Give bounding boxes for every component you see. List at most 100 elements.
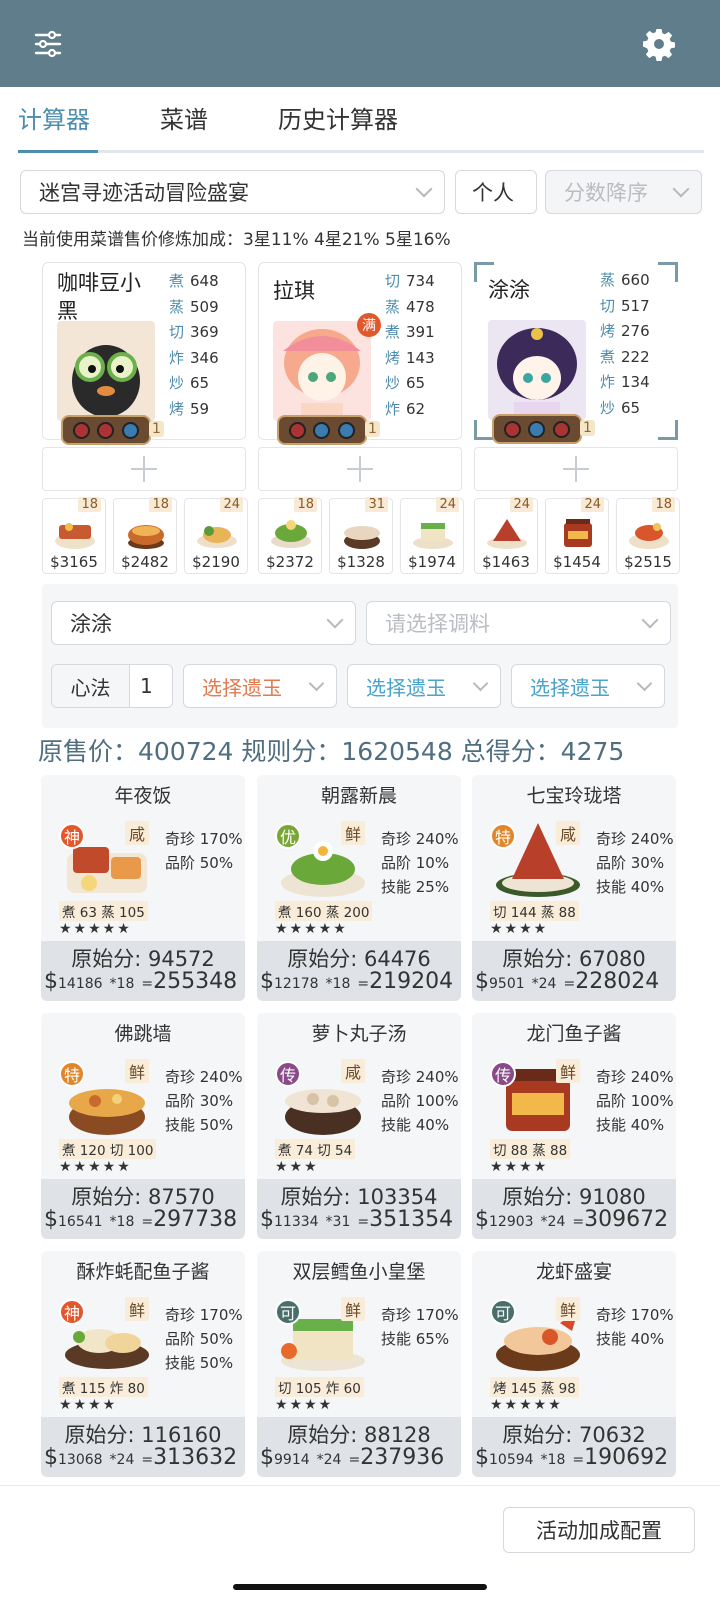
add-slot-button[interactable]: [258, 447, 462, 491]
condiment-select[interactable]: 请选择调料: [366, 601, 671, 645]
bonus-list: 奇珍 240% 品阶 30% 技能 40%: [596, 830, 674, 896]
dish-card[interactable]: 萝卜丸子汤传 咸奇珍 240% 品阶 100% 技能 40% 煮 74 切 54 ★★★ 原…: [257, 1013, 461, 1239]
multiplier: *31: [325, 1214, 351, 1230]
chevron-down-icon: [415, 180, 433, 198]
sort-select[interactable]: 分数降序: [545, 170, 702, 214]
star-rating: ★★★★★: [490, 1397, 563, 1413]
score-footer: 原始分: 94572 $14186 *18 =255348: [41, 941, 245, 1001]
taste-badge: 鲜: [125, 1297, 150, 1321]
sliders-icon[interactable]: [26, 22, 70, 66]
total-score: 219204: [369, 969, 454, 994]
total-score: 228024: [575, 969, 660, 994]
dish-card[interactable]: 龙虾盛宴可 鲜奇珍 170% 技能 40% 烤 145 蒸 98 ★★★★★ 原始分: 7…: [472, 1251, 676, 1477]
unit-price: 12178: [274, 976, 319, 992]
star-rating: ★★★★★: [275, 921, 348, 937]
dish-name: 佛跳墙: [114, 1023, 172, 1045]
chef-card-1[interactable]: 咖啡豆小黑 1 煮 648 蒸 509 切 369 炸 346 炒 65 烤 59: [42, 262, 246, 445]
chef-name: 拉琪: [273, 279, 315, 303]
event-select-value: 迷宫寻迹活动冒险盛宴: [39, 181, 249, 205]
unit-price: 14186: [58, 976, 103, 992]
dish-card[interactable]: 佛跳墙特 鲜奇珍 240% 品阶 30% 技能 50% 煮 120 切 100 ★★★★★…: [41, 1013, 245, 1239]
unit-price: 12903: [489, 1214, 534, 1230]
taste-badge: 鲜: [125, 1059, 150, 1083]
chevron-down-icon: [672, 180, 690, 198]
dish-name: 龙虾盛宴: [535, 1261, 612, 1283]
chef-level: 1: [580, 420, 595, 436]
mode-button[interactable]: 个人: [455, 170, 537, 214]
relic-select-red[interactable]: 选择遗玉: [183, 664, 337, 708]
recipe-thumb[interactable]: 18 $3165: [42, 497, 106, 574]
star-rating: ★★★★★: [59, 921, 132, 937]
chef-name: 涂涂: [488, 278, 530, 302]
relic-select-blue-2[interactable]: 选择遗玉: [511, 664, 665, 708]
recipe-thumb[interactable]: 24 $1454: [545, 497, 609, 574]
recipe-thumb[interactable]: 18 $2372: [258, 497, 322, 574]
relic-select-blue-1[interactable]: 选择遗玉: [347, 664, 501, 708]
recipe-thumb[interactable]: 18 $2482: [113, 497, 177, 574]
event-bonus-config-button[interactable]: 活动加成配置: [503, 1507, 695, 1553]
chevron-down-icon: [326, 611, 344, 629]
event-select[interactable]: 迷宫寻迹活动冒险盛宴: [20, 170, 445, 214]
bonus-list: 奇珍 240% 品阶 30% 技能 50%: [165, 1068, 243, 1134]
rarity-badge: 特: [490, 823, 516, 849]
score-footer: 原始分: 116160 $13068 *24 =313632: [41, 1417, 245, 1477]
bonus-list: 奇珍 170% 技能 40%: [596, 1306, 674, 1348]
bonus-list: 奇珍 240% 品阶 100% 技能 40%: [596, 1068, 674, 1134]
price-calc: $12903 *24 =309672: [475, 1207, 669, 1232]
price-calc: $14186 *18 =255348: [44, 969, 238, 994]
rarity-badge: 神: [59, 1299, 85, 1325]
star-rating: ★★★★: [275, 1397, 334, 1413]
dish-name: 龙门鱼子酱: [526, 1023, 622, 1045]
home-indicator: [233, 1584, 487, 1590]
recipe-thumb[interactable]: 31 $1328: [329, 497, 393, 574]
equipment-slots[interactable]: [61, 415, 151, 445]
recipe-thumb[interactable]: 24 $2190: [184, 497, 248, 574]
price-calc: $16541 *18 =297738: [44, 1207, 238, 1232]
tab-recipes[interactable]: 菜谱: [160, 100, 208, 140]
recipe-thumb[interactable]: 24 $1463: [474, 497, 538, 574]
bonus-list: 奇珍 240% 品阶 10% 技能 25%: [381, 830, 459, 896]
bonus-list: 奇珍 240% 品阶 100% 技能 40%: [381, 1068, 459, 1134]
add-slot-button[interactable]: [474, 447, 678, 491]
chef-select[interactable]: 涂涂: [51, 601, 356, 645]
app-header: [0, 0, 720, 87]
score-summary: 原售价：400724 规则分：1620548 总得分：4275: [38, 737, 625, 766]
rarity-badge: 可: [490, 1299, 516, 1325]
add-slot-button[interactable]: [42, 447, 246, 491]
chef-card-3-selected[interactable]: 涂涂 1 蒸 660 切 517 烤 276 煮 222 炸 134 炒 65: [474, 262, 678, 444]
gear-icon[interactable]: [637, 22, 681, 66]
chef-portrait: [57, 321, 155, 421]
dish-card[interactable]: 龙门鱼子酱传 鲜奇珍 240% 品阶 100% 技能 40% 切 88 蒸 88 ★★★★…: [472, 1013, 676, 1239]
score-footer: 原始分: 88128 $9914 *24 =237936: [257, 1417, 461, 1477]
multiplier: *24: [540, 1214, 566, 1230]
dish-card[interactable]: 双层鳕鱼小皇堡可 鲜奇珍 170% 技能 65% 切 105 炸 60 ★★★★ 原始分:…: [257, 1251, 461, 1477]
equipment-slots[interactable]: [492, 414, 582, 444]
recipe-thumb[interactable]: 18 $2515: [616, 497, 680, 574]
chef-card-2[interactable]: 拉琪 满 1 切 734 蒸 478 煮 391 烤 143 炒 65 炸 62: [258, 262, 462, 445]
equipment-slots[interactable]: [277, 415, 367, 445]
dish-card[interactable]: 酥炸蚝配鱼子酱神 鲜奇珍 170% 品阶 50% 技能 50% 煮 115 炸 80 ★★…: [41, 1251, 245, 1477]
tab-history[interactable]: 历史计算器: [278, 100, 398, 140]
max-badge: 满: [357, 313, 381, 337]
tab-calculator[interactable]: 计算器: [18, 100, 90, 140]
chevron-down-icon: [641, 611, 659, 629]
chef-skills: 蒸 660 切 517 烤 276 煮 222 炸 134 炒 65: [600, 271, 650, 417]
price-calc: $11334 *31 =351354: [260, 1207, 454, 1232]
dish-card[interactable]: 年夜饭神 咸奇珍 170% 品阶 50% 煮 63 蒸 105 ★★★★★ 原始分: 94…: [41, 775, 245, 1001]
total-score: 309672: [584, 1207, 669, 1232]
skill-requirement: 切 144 蒸 88: [490, 901, 579, 921]
multiplier: *18: [540, 1452, 566, 1468]
taste-badge: 咸: [125, 821, 150, 845]
recipe-thumb[interactable]: 24 $1974: [400, 497, 464, 574]
score-footer: 原始分: 103354 $11334 *31 =351354: [257, 1179, 461, 1239]
rarity-badge: 特: [59, 1061, 85, 1087]
dish-card[interactable]: 朝露新晨优 鲜奇珍 240% 品阶 10% 技能 25% 煮 160 蒸 200 ★★★★…: [257, 775, 461, 1001]
dish-name: 年夜饭: [114, 785, 172, 807]
xinfa-value[interactable]: 1: [130, 665, 153, 707]
chef-portrait: [488, 320, 586, 420]
unit-price: 11334: [274, 1214, 319, 1230]
dish-card[interactable]: 七宝玲珑塔特 咸奇珍 240% 品阶 30% 技能 40% 切 144 蒸 88 ★★★★…: [472, 775, 676, 1001]
xinfa-field[interactable]: 心法 1: [51, 664, 173, 708]
unit-price: 13068: [58, 1452, 103, 1468]
chef-select-value: 涂涂: [70, 612, 112, 636]
